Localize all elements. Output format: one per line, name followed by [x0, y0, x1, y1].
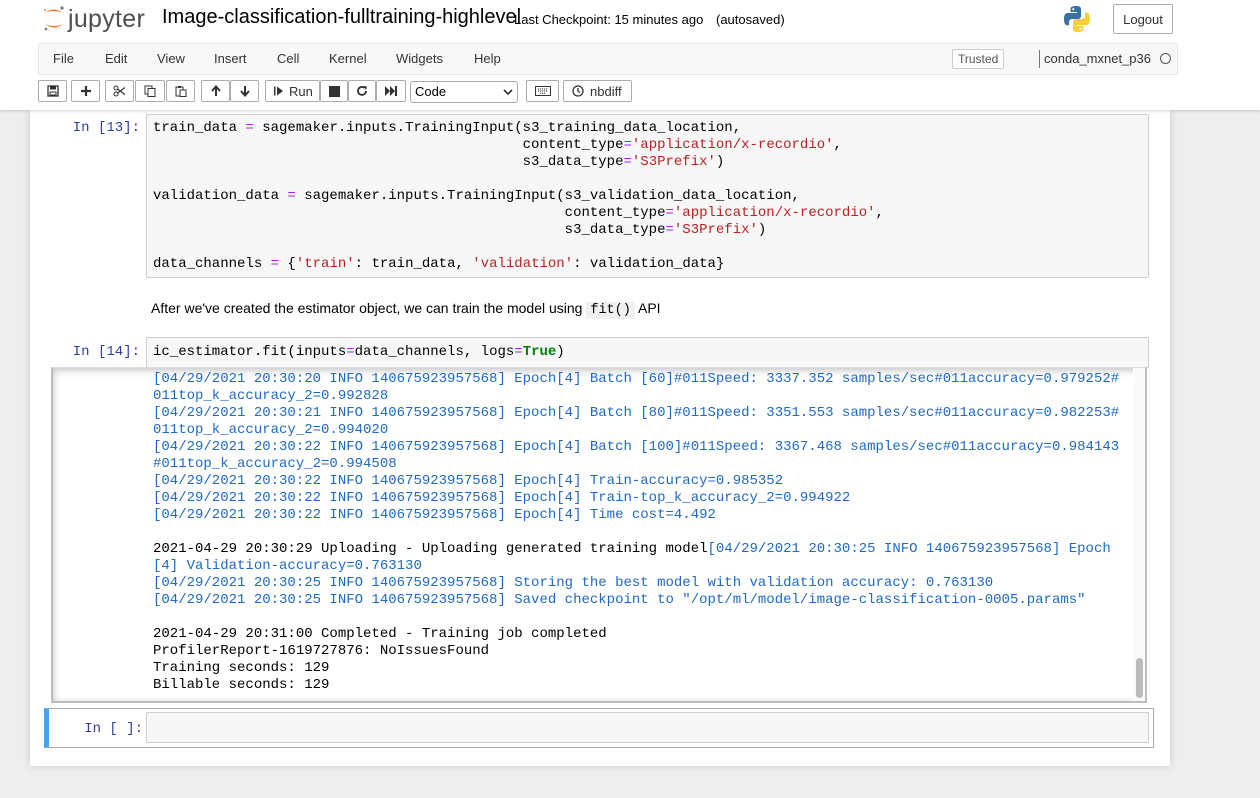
output-line: [04/29/2021 20:30:25 INFO 14067592395756… — [153, 592, 1086, 608]
python-logo-icon — [1064, 6, 1090, 32]
copy-button[interactable] — [135, 80, 165, 102]
kernel-idle-indicator-icon — [1160, 53, 1171, 64]
output-line: 2021-04-29 20:31:00 Completed - Training… — [153, 626, 607, 642]
output-line — [153, 609, 1119, 626]
output-line: Billable seconds: 129 — [153, 677, 330, 693]
code-cell-13[interactable]: train_data = sagemaker.inputs.TrainingIn… — [146, 114, 1149, 278]
menubar: File Edit View Insert Cell Kernel Widget… — [38, 43, 1178, 75]
input-prompt: In [14]: — [72, 344, 140, 360]
move-down-button[interactable] — [230, 80, 259, 102]
menu-file[interactable]: File — [53, 51, 74, 66]
cut-icon — [113, 85, 126, 97]
input-prompt: In [13]: — [72, 120, 140, 136]
output-line: [04/29/2021 20:30:21 INFO 14067592395756… — [153, 405, 1120, 421]
markdown-text: After we've created the estimator object… — [151, 300, 661, 319]
menu-edit[interactable]: Edit — [105, 51, 127, 66]
chevron-down-icon — [503, 89, 513, 96]
output-text: [04/29/2021 20:30:19 INFO 14067592395756… — [153, 368, 1120, 694]
restart-button[interactable] — [348, 80, 376, 102]
save-icon — [46, 85, 59, 97]
run-button[interactable]: Run — [265, 80, 320, 102]
code-cell-14[interactable]: ic_estimator.fit(inputs=data_channels, l… — [146, 337, 1149, 368]
trusted-badge[interactable]: Trusted — [952, 49, 1005, 69]
output-line: 011top_k_accuracy_2=0.994020 — [153, 422, 389, 438]
notebook-container: In [13]: train_data = sagemaker.inputs.T… — [30, 110, 1170, 766]
output-line: 2021-04-29 20:30:29 Uploading - Uploadin… — [153, 541, 1111, 557]
output-line: [04/29/2021 20:30:22 INFO 14067592395756… — [153, 473, 784, 489]
jupyter-logo-text: jupyter — [68, 4, 146, 33]
nbdiff-label: nbdiff — [590, 83, 622, 99]
output-line: #011top_k_accuracy_2=0.994508 — [153, 456, 397, 472]
output-line: [04/29/2021 20:30:25 INFO 14067592395756… — [153, 575, 994, 591]
save-button[interactable] — [38, 80, 67, 102]
output-line: [04/29/2021 20:30:22 INFO 14067592395756… — [153, 439, 1120, 455]
arrow-down-icon — [239, 86, 250, 97]
autosave-status: (autosaved) — [716, 12, 785, 27]
output-line: [04/29/2021 20:30:22 INFO 14067592395756… — [153, 490, 851, 506]
jupyter-logo[interactable]: jupyter — [42, 4, 145, 34]
paste-button[interactable] — [166, 80, 195, 102]
logout-button[interactable]: Logout — [1113, 4, 1173, 34]
kernel-name[interactable]: conda_mxnet_p36 — [1044, 51, 1151, 66]
menu-help[interactable]: Help — [474, 51, 501, 66]
restart-icon — [357, 86, 367, 96]
output-line: Training seconds: 129 — [153, 660, 330, 676]
markdown-inline-code: fit() — [586, 302, 635, 319]
code-text: ic_estimator.fit(inputs=data_channels, l… — [153, 344, 565, 360]
notebook-name[interactable]: Image-classification-fulltraining-highle… — [162, 6, 521, 29]
menu-cell[interactable]: Cell — [277, 51, 299, 66]
markdown-text-after: API — [634, 300, 661, 316]
output-line — [153, 524, 1119, 541]
output-line-tail: [04/29/2021 20:30:25 INFO 14067592395756… — [707, 541, 1111, 557]
paste-icon — [175, 86, 186, 97]
command-palette-button[interactable] — [526, 80, 559, 102]
markdown-text-before: After we've created the estimator object… — [151, 300, 587, 316]
kernel-divider — [1039, 50, 1040, 68]
restart-run-all-button[interactable] — [376, 80, 406, 102]
fast-forward-icon — [385, 86, 397, 96]
output-scrollbar[interactable] — [1133, 368, 1145, 701]
interrupt-button[interactable] — [320, 80, 348, 102]
cell-type-value: Code — [415, 84, 447, 99]
insert-cell-button[interactable] — [71, 80, 100, 102]
menu-insert[interactable]: Insert — [214, 51, 247, 66]
notebook-header: jupyter Image-classification-fulltrainin… — [0, 0, 1260, 110]
output-line: 011top_k_accuracy_2=0.992828 — [153, 388, 389, 404]
copy-icon — [144, 85, 156, 97]
menu-kernel[interactable]: Kernel — [329, 51, 367, 66]
output-line: ProfilerReport-1619727876: NoIssuesFound — [153, 643, 490, 659]
code-text: train_data = sagemaker.inputs.TrainingIn… — [153, 120, 884, 272]
stop-icon — [328, 85, 340, 97]
jupyter-logo-icon — [44, 6, 64, 31]
output-line: [04/29/2021 20:30:20 INFO 14067592395756… — [153, 371, 1120, 387]
code-input[interactable] — [146, 712, 1149, 743]
plus-icon — [80, 86, 91, 96]
history-icon — [572, 85, 584, 97]
cell-type-select[interactable]: Code — [410, 81, 518, 103]
keyboard-icon — [534, 86, 551, 96]
output-line: [4] Validation-accuracy=0.763130 — [153, 558, 422, 574]
scrollbar-thumb[interactable] — [1136, 658, 1143, 698]
move-up-button[interactable] — [201, 80, 230, 102]
menu-view[interactable]: View — [157, 51, 185, 66]
input-prompt: In [ ]: — [84, 721, 143, 737]
empty-code-cell[interactable]: In [ ]: — [44, 708, 1154, 748]
run-icon — [274, 86, 283, 96]
output-area[interactable]: [04/29/2021 20:30:19 INFO 14067592395756… — [51, 367, 1147, 703]
menu-widgets[interactable]: Widgets — [396, 51, 443, 66]
nbdiff-button[interactable]: nbdiff — [563, 80, 632, 102]
checkpoint-status: Last Checkpoint: 15 minutes ago — [514, 12, 704, 27]
cut-button[interactable] — [105, 80, 134, 102]
output-line: [04/29/2021 20:30:22 INFO 14067592395756… — [153, 507, 716, 523]
arrow-up-icon — [210, 85, 221, 96]
run-label: Run — [289, 83, 313, 99]
